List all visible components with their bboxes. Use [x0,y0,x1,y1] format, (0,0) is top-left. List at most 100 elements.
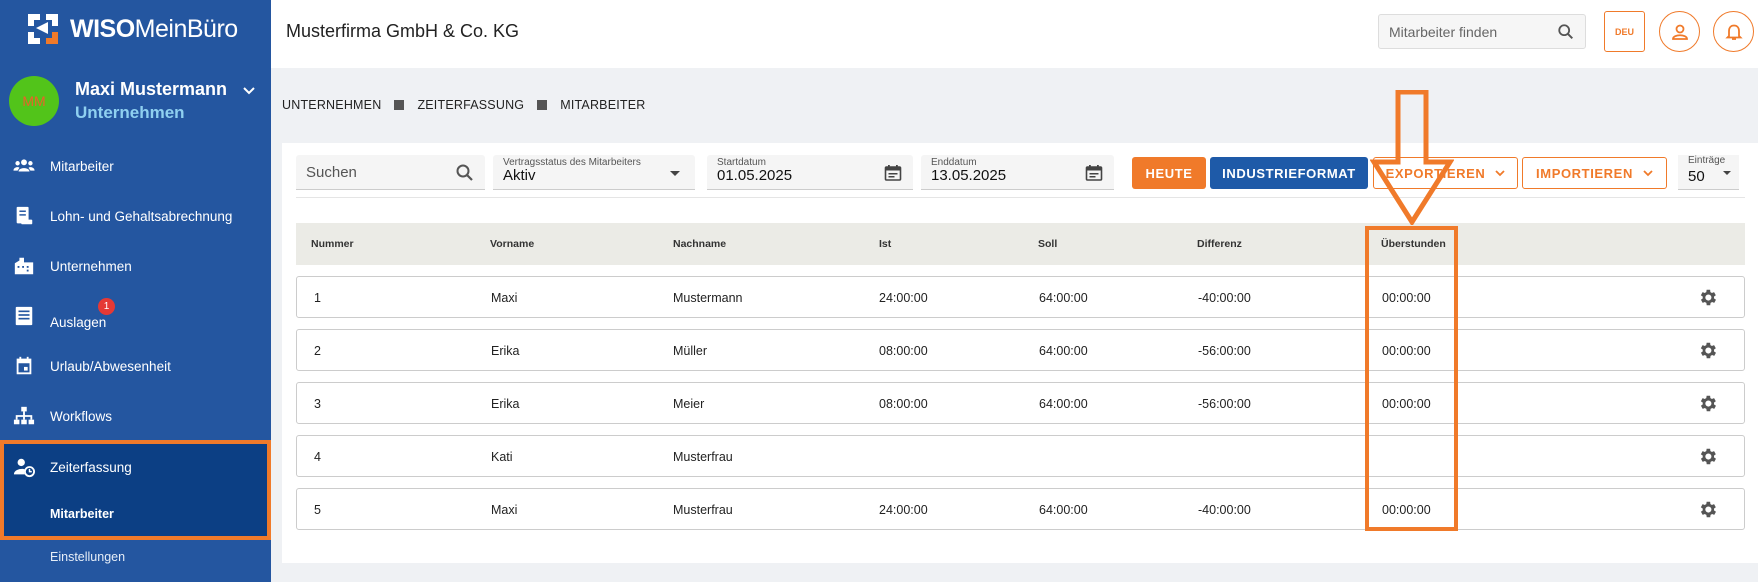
table-row[interactable]: 1 Maxi Mustermann 24:00:00 64:00:00 -40:… [296,276,1745,318]
entries-per-page-select[interactable]: Einträge 50 [1678,155,1739,190]
sidebar-item-lohn[interactable]: Lohn- und Gehaltsabrechnung [0,196,271,236]
notifications-button[interactable] [1713,11,1754,52]
cell-first-name: Erika [491,344,520,358]
column-header[interactable]: Soll [1038,238,1057,250]
gear-icon[interactable] [1697,499,1718,520]
language-button[interactable]: DEU [1604,11,1645,52]
cell-last-name: Musterfrau [673,450,733,464]
profile-button[interactable] [1659,11,1700,52]
gear-icon[interactable] [1697,340,1718,361]
cell-last-name: Mustermann [673,291,743,305]
sidebar-item-label: Mitarbeiter [50,158,114,174]
cell-number: 2 [314,344,321,358]
gear-icon[interactable] [1697,393,1718,414]
breadcrumb-item[interactable]: ZEITERFASSUNG [417,98,524,112]
sidebar-item-label: Urlaub/Abwesenheit [50,358,171,374]
sidebar-item-urlaub[interactable]: Urlaub/Abwesenheit [0,346,271,386]
cell-actual: 24:00:00 [879,503,928,517]
top-header: Musterfirma GmbH & Co. KG DEU [271,0,1758,68]
end-date-value: 13.05.2025 [931,167,1007,184]
gear-icon[interactable] [1697,446,1718,467]
payroll-icon [12,205,36,227]
calendar-icon[interactable] [883,163,903,183]
start-date-field[interactable]: Startdatum 01.05.2025 [707,155,913,190]
sidebar-item-zeiterfassung[interactable]: Zeiterfassung [0,447,271,487]
cell-first-name: Maxi [491,503,518,517]
cell-first-name: Maxi [491,291,518,305]
column-header[interactable]: Nummer [311,238,354,250]
employee-search[interactable] [1378,14,1586,49]
sidebar-item-auslagen[interactable]: Auslagen 1 [0,296,271,336]
app-logo[interactable]: WISOMeinBüro [26,12,238,46]
start-date-value: 01.05.2025 [717,167,793,184]
search-field[interactable]: Suchen [296,155,485,190]
user-menu[interactable]: MM Maxi Mustermann Unternehmen [9,76,264,126]
cell-number: 3 [314,397,321,411]
down-arrow-annotation-icon [1370,90,1454,225]
user-name: Maxi Mustermann [75,79,228,99]
notification-badge: 1 [98,298,115,315]
search-icon[interactable] [455,163,475,183]
end-date-field[interactable]: Enddatum 13.05.2025 [921,155,1114,190]
logo-text: WISOMeinBüro [70,14,238,43]
entries-label: Einträge [1688,155,1726,166]
person-clock-icon [12,456,36,478]
dropdown-arrow-icon [1723,171,1731,175]
cell-difference: -40:00:00 [1198,503,1251,517]
sidebar-item-mitarbeiter[interactable]: Mitarbeiter [0,146,271,186]
contract-status-select[interactable]: Vertragsstatus des Mitarbeiters Aktiv [493,155,695,190]
table-row[interactable]: 3 Erika Meier 08:00:00 64:00:00 -56:00:0… [296,382,1745,424]
breadcrumb-separator [537,100,548,110]
calendar-icon[interactable] [1084,163,1104,183]
table-header: Nummer Vorname Nachname Ist Soll Differe… [296,223,1745,265]
cell-difference: -56:00:00 [1198,397,1251,411]
gear-icon[interactable] [1697,287,1718,308]
industry-format-button[interactable]: INDUSTRIEFORMAT [1210,157,1368,189]
sidebar-item-label: Auslagen [50,314,107,330]
cell-difference: -56:00:00 [1198,344,1251,358]
bell-icon [1724,24,1743,40]
cell-actual: 08:00:00 [879,397,928,411]
receipt-icon [12,305,36,327]
overtime-column-highlight [1365,226,1458,531]
import-label: IMPORTIEREN [1536,165,1633,181]
chevron-down-icon [1495,170,1506,177]
cell-target: 64:00:00 [1039,344,1088,358]
sidebar-item-label: Zeiterfassung [50,459,132,475]
column-header[interactable]: Vorname [490,238,534,250]
table-row[interactable]: 5 Maxi Musterfrau 24:00:00 64:00:00 -40:… [296,488,1745,530]
chevron-down-icon[interactable] [242,84,256,98]
sidebar-subitem-mitarbeiter[interactable]: Mitarbeiter [50,507,114,521]
breadcrumb-item: MITARBEITER [560,98,646,112]
calendar-icon [12,355,36,377]
column-header[interactable]: Differenz [1197,238,1242,250]
breadcrumb: UNTERNEHMEN ZEITERFASSUNG MITARBEITER [282,98,646,112]
search-icon[interactable] [1557,23,1575,41]
cell-actual: 24:00:00 [879,291,928,305]
people-icon [12,155,36,177]
person-icon [1671,24,1688,40]
employee-search-input[interactable] [1379,15,1544,48]
table-row[interactable]: 4 Kati Musterfrau [296,435,1745,477]
dropdown-arrow-icon[interactable] [665,163,685,183]
sidebar-subitem-einstellungen[interactable]: Einstellungen [50,550,125,564]
cell-first-name: Kati [491,450,513,464]
cell-last-name: Müller [673,344,708,358]
import-button[interactable]: IMPORTIEREN [1522,157,1667,189]
chevron-down-icon [1643,170,1653,177]
company-name: Musterfirma GmbH & Co. KG [286,21,520,41]
cell-difference: -40:00:00 [1198,291,1251,305]
cell-first-name: Erika [491,397,520,411]
breadcrumb-item[interactable]: UNTERNEHMEN [282,98,381,112]
sidebar-item-unternehmen[interactable]: Unternehmen [0,246,271,286]
divider [296,197,1745,198]
column-header[interactable]: Ist [879,238,891,250]
today-button[interactable]: HEUTE [1132,157,1206,189]
table-row[interactable]: 2 Erika Müller 08:00:00 64:00:00 -56:00:… [296,329,1745,371]
sidebar: WISOMeinBüro MM Maxi Mustermann Unterneh… [0,0,271,582]
column-header[interactable]: Nachname [673,238,726,250]
avatar: MM [9,76,59,126]
sidebar-item-workflows[interactable]: Workflows [0,396,271,436]
building-icon [12,255,36,277]
logo-mark-icon [26,12,60,46]
